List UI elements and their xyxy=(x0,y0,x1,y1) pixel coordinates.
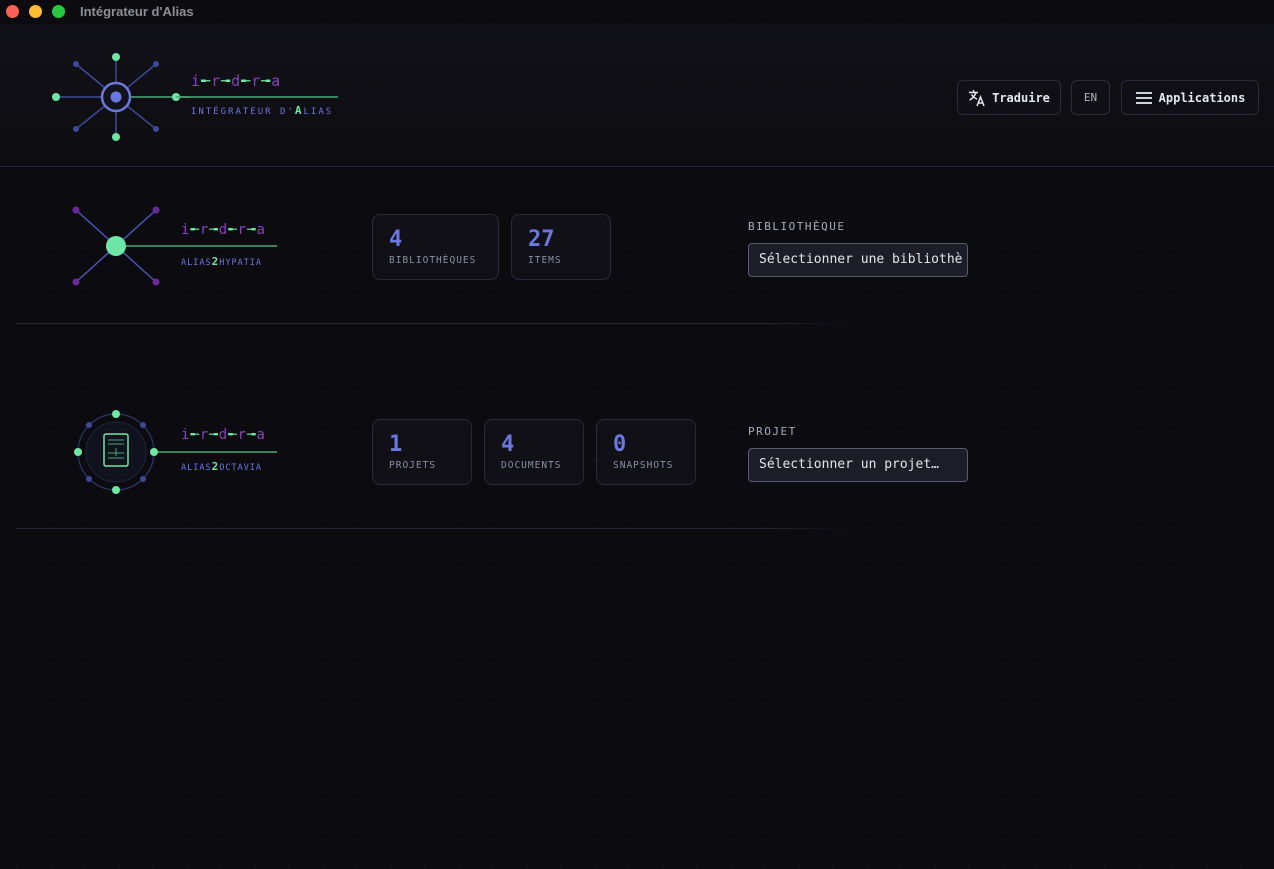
bibliotheque-select[interactable]: Sélectionner une bibliothè xyxy=(748,243,968,277)
octavia-logo-icon xyxy=(74,410,277,494)
brand-irda-text: i╾r╼d╾r╼a xyxy=(191,72,282,90)
translate-icon xyxy=(969,89,985,106)
stat-label: SNAPSHOTS xyxy=(613,460,674,471)
hypatia-irda-text: i╾r╼d╾r╼a xyxy=(181,222,266,238)
applications-label: Applications xyxy=(1158,90,1246,105)
brand-line xyxy=(176,96,338,98)
stat-label: PROJETS xyxy=(389,460,437,471)
stat-value: 27 xyxy=(528,227,555,252)
hamburger-menu-icon xyxy=(1135,91,1152,104)
language-button[interactable]: EN xyxy=(1071,80,1110,115)
translate-label: Traduire xyxy=(992,90,1050,105)
section-divider xyxy=(16,528,848,529)
hypatia-subtitle: ALIAS2HYPATIA xyxy=(181,255,263,268)
minimize-window-button[interactable] xyxy=(29,5,42,18)
stat-card-projets: 1 PROJETS xyxy=(372,419,472,485)
app-header: i╾r╼d╾r╼a INTÉGRATEUR D'ALIAS Traduire E… xyxy=(0,24,1274,167)
translate-button[interactable]: Traduire xyxy=(957,80,1061,115)
stat-card-snapshots: 0 SNAPSHOTS xyxy=(596,419,696,485)
close-window-button[interactable] xyxy=(6,5,19,18)
stat-label: ITEMS xyxy=(528,255,562,266)
stat-card-documents: 4 DOCUMENTS xyxy=(484,419,584,485)
brand-subtitle: INTÉGRATEUR D'ALIAS xyxy=(191,104,334,117)
octavia-subtitle: ALIAS2OCTAVIA xyxy=(181,460,263,473)
projet-select[interactable]: Sélectionner un projet… xyxy=(748,448,968,482)
stat-value: 4 xyxy=(389,227,403,252)
bibliotheque-field-label: BIBLIOTHÈQUE xyxy=(748,220,846,233)
stat-label: BIBLIOTHÈQUES xyxy=(389,255,477,266)
stat-label: DOCUMENTS xyxy=(501,460,562,471)
applications-button[interactable]: Applications xyxy=(1121,80,1259,115)
stat-card-items: 27 ITEMS xyxy=(511,214,611,280)
language-label: EN xyxy=(1083,91,1098,104)
stat-value: 1 xyxy=(389,432,403,457)
stat-value: 4 xyxy=(501,432,515,457)
stat-value: 0 xyxy=(613,432,627,457)
octavia-irda-text: i╾r╼d╾r╼a xyxy=(181,427,266,443)
window-titlebar: Intégrateur d'Alias xyxy=(0,0,1274,24)
projet-field-label: PROJET xyxy=(748,425,797,438)
window-title: Intégrateur d'Alias xyxy=(80,4,194,19)
section-divider xyxy=(16,323,848,324)
irda-network-logo-icon xyxy=(52,53,190,141)
maximize-window-button[interactable] xyxy=(52,5,65,18)
hypatia-logo-icon xyxy=(72,206,277,286)
stat-card-bibliotheques: 4 BIBLIOTHÈQUES xyxy=(372,214,499,280)
